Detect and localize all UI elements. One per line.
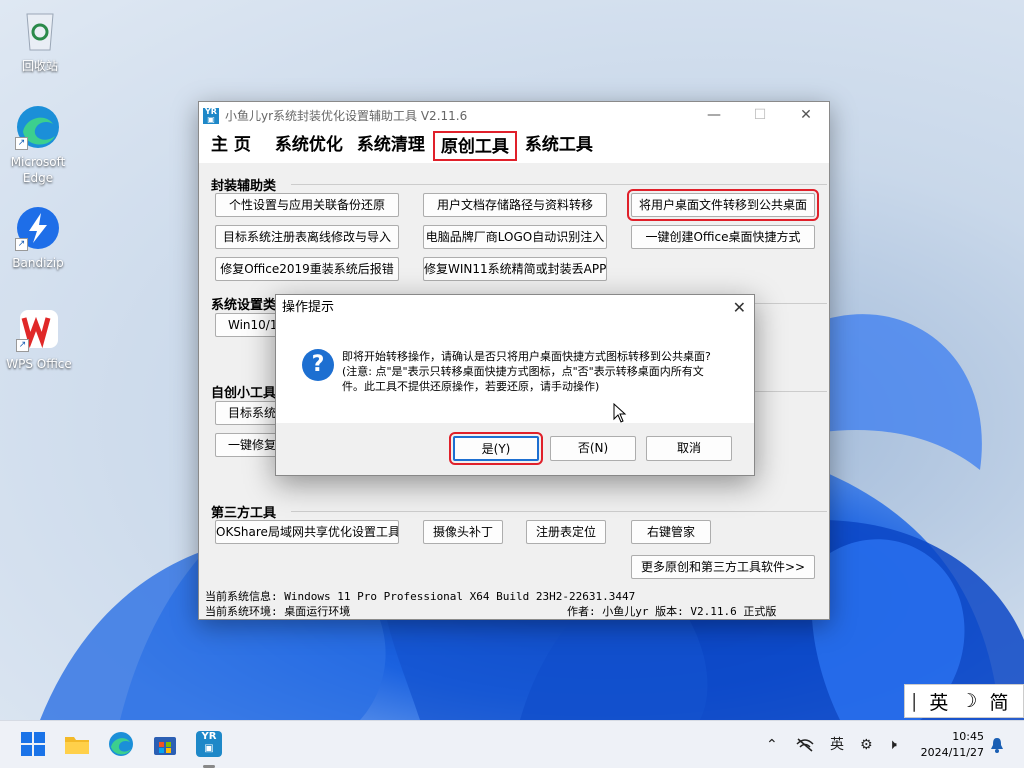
tab-bar: 主 页 系统优化 系统清理 原创工具 系统工具 [199,129,829,163]
dialog-titlebar[interactable]: 操作提示 ✕ [276,295,754,321]
btn-user-docs-transfer[interactable]: 用户文档存储路径与资料转移 [423,193,607,217]
status-sysinfo: 当前系统信息: Windows 11 Pro Professional X64 … [205,590,636,603]
tab-original-tools[interactable]: 原创工具 [432,131,517,161]
desktop-icon-edge[interactable]: ↗ Microsoft Edge [6,104,70,186]
btn-offline-registry[interactable]: 目标系统注册表离线修改与导入 [215,225,399,249]
btn-registry-locate[interactable]: 注册表定位 [526,520,606,544]
bandizip-icon: ↗ [15,205,61,251]
tab-system-clean[interactable]: 系统清理 [351,131,431,161]
shortcut-arrow-icon: ↗ [16,339,29,352]
clock-time: 10:45 [952,730,984,743]
volume-muted-icon[interactable]: 🕨 [888,721,897,768]
ime-lang[interactable]: 英 [923,688,954,715]
network-icon[interactable] [796,721,814,768]
app-taskbar-icon[interactable]: YR ▣ [196,731,222,757]
start-icon[interactable] [20,731,46,757]
app-title: 小鱼儿yr系统封装优化设置辅助工具 V2.11.6 [225,109,468,123]
dialog-message-line: 即将开始转移操作，请确认是否只将用户桌面快捷方式图标转移到公共桌面? [342,350,711,363]
minimize-icon[interactable]: — [691,102,737,129]
desktop-icon-recycle-bin[interactable]: 回收站 [8,8,72,74]
file-explorer-icon[interactable] [64,731,90,757]
desktop-icon-wps[interactable]: ↗ WPS Office [6,306,72,372]
btn-desktop-to-public[interactable]: 将用户桌面文件转移到公共桌面 [627,189,819,221]
app-titlebar[interactable]: YR ▣ 小鱼儿yr系统封装优化设置辅助工具 V2.11.6 — ☐ ✕ [199,102,829,129]
divider [291,511,827,512]
store-icon[interactable] [152,731,178,757]
tab-system-optimize[interactable]: 系统优化 [269,131,349,161]
moon-icon[interactable]: ☽ [954,690,983,712]
notification-bell-icon[interactable] [990,721,1004,768]
desktop-icon-bandizip[interactable]: ↗ Bandizip [6,205,70,271]
clock[interactable]: 10:45 2024/11/27 [921,729,984,761]
dialog-message-line: (注意: 点"是"表示只转移桌面快捷方式图标，点"否"表示转移桌面内所有文 [342,365,704,378]
clock-date: 2024/11/27 [920,746,984,759]
divider [291,184,827,185]
ime-toolbar: | 英 ☽ 简 [904,684,1024,718]
dialog-footer: 是(Y) 否(N) 取消 [276,423,754,475]
shortcut-arrow-icon: ↗ [15,137,28,150]
dialog-title: 操作提示 [282,300,335,315]
tab-home[interactable]: 主 页 [205,131,257,161]
desktop-icon-label: 回收站 [21,59,58,73]
edge-taskbar-icon[interactable] [108,731,134,757]
cancel-button[interactable]: 取消 [646,436,732,461]
status-author: 作者: 小鱼儿yr 版本: V2.11.6 正式版 [567,605,777,618]
tray-lang[interactable]: 英 [830,721,844,768]
ime-settings-icon[interactable]: ⚙ [860,721,873,768]
btn-fix-win11-app[interactable]: 修复WIN11系统精简或封装丢APP [423,257,607,281]
btn-office-shortcut[interactable]: 一键创建Office桌面快捷方式 [631,225,815,249]
btn-fix-office2019[interactable]: 修复Office2019重装系统后报错 [215,257,399,281]
status-env: 当前系统环境: 桌面运行环境 [205,605,351,618]
wps-icon: ↗ [16,306,62,352]
group-title-packaging: 封装辅助类 [211,179,277,194]
app-logo-icon: YR ▣ [203,107,219,124]
btn-more-tools[interactable]: 更多原创和第三方工具软件>> [631,555,815,579]
no-button[interactable]: 否(N) [550,436,636,461]
desktop-icon-label: Microsoft Edge [10,155,66,185]
dialog-message: 即将开始转移操作，请确认是否只将用户桌面快捷方式图标转移到公共桌面? (注意: … [342,349,738,394]
desktop-icon-label: WPS Office [6,357,72,371]
desktop-icon-label: Bandizip [12,256,64,270]
shortcut-arrow-icon: ↗ [15,238,28,251]
edge-icon: ↗ [15,104,61,150]
btn-oem-logo-inject[interactable]: 电脑品牌厂商LOGO自动识别注入 [423,225,607,249]
group-title-system-settings: 系统设置类 [211,298,277,313]
taskbar: YR ▣ ⌃ 英 ⚙ 🕨 10:45 2024/11/27 [0,720,1024,768]
close-icon[interactable]: ✕ [783,102,829,129]
btn-personal-settings-backup[interactable]: 个性设置与应用关联备份还原 [215,193,399,217]
chevron-up-icon[interactable]: ⌃ [766,721,778,768]
dialog-message-line: 件。此工具不提供还原操作，若要还原，请手动操作) [342,380,600,393]
maximize-icon[interactable]: ☐ [737,102,783,129]
tab-system-tools[interactable]: 系统工具 [519,131,599,161]
btn-okshare[interactable]: OKShare局域网共享优化设置工具 [215,520,399,544]
btn-camera-patch[interactable]: 摄像头补丁 [423,520,503,544]
yes-button[interactable]: 是(Y) [449,432,543,465]
close-icon[interactable]: ✕ [733,295,746,321]
confirm-dialog: 操作提示 ✕ ? 即将开始转移操作，请确认是否只将用户桌面快捷方式图标转移到公共… [275,294,755,476]
group-title-custom-tools: 自创小工具 [211,386,277,401]
group-title-third-party: 第三方工具 [211,506,277,521]
question-icon: ? [302,349,334,381]
ime-mode[interactable]: 简 [983,688,1014,715]
btn-context-menu-manager[interactable]: 右键管家 [631,520,711,544]
ime-grip-icon[interactable]: | [905,690,923,712]
recycle-bin-icon [17,8,63,54]
